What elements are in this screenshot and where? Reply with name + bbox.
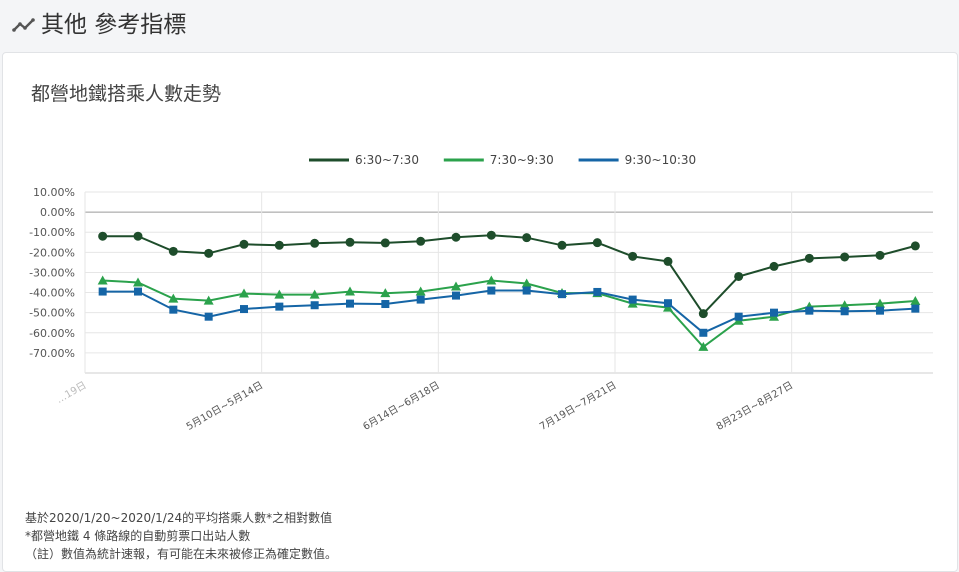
series-line [102,234,916,316]
data-point [169,305,178,314]
chart-card: 都營地鐵搭乘人數走勢 10.00% 0.00% -10.00% -20.00% -30.… [2,52,958,572]
data-point [345,237,355,247]
data-point [522,233,532,243]
y-tick-label: -40.00% [29,287,75,300]
section-header: 其他 參考指標 [0,0,959,50]
data-point [310,238,320,248]
data-point [522,286,531,295]
data-point [875,250,885,260]
legend-label: 9:30~10:30 [625,153,697,167]
y-tick-label: -30.00% [29,266,75,279]
data-point [558,290,566,299]
data-point [310,301,319,310]
data-point [416,295,425,304]
note-line: *都營地鐵 4 條路線的自動剪票口出站人數 [25,529,251,543]
data-point [593,287,602,296]
x-tick-label: 7月19日~7月21日 [538,379,619,433]
data-point [592,238,602,248]
legend-label: 7:30~9:30 [490,153,554,167]
data-point [769,261,779,271]
data-point [274,240,284,250]
legend-label: 6:30~7:30 [355,153,419,167]
data-point [805,306,814,315]
data-point [734,271,744,281]
trend-line-icon [12,16,36,40]
data-point [452,291,460,300]
y-tick-label: 10.00% [33,186,75,199]
data-point [416,236,426,246]
data-point [346,299,354,308]
x-tick-label: 8月23日~8月27日 [714,379,795,433]
data-point [98,287,107,296]
data-point [557,240,567,250]
data-point [628,251,638,261]
x-tick-label: 6月14日~6月18日 [361,379,442,433]
data-point [804,253,814,263]
data-point [911,304,920,313]
data-point [204,248,214,258]
data-point [275,302,284,311]
data-point [663,256,673,266]
x-tick-label: …19日 [55,380,89,406]
data-point [133,231,143,241]
data-point [381,300,390,309]
data-point [910,241,920,251]
data-point [486,230,496,240]
data-point [876,306,884,315]
chart-notes: 基於2020/1/20~2020/1/24的平均搭乘人數*之相對數值 *都營地鐵… [25,509,337,563]
data-point [239,239,249,249]
y-tick-label: -20.00% [29,246,75,259]
data-point [168,246,178,256]
data-point [240,305,248,314]
data-point [380,238,390,248]
data-point [487,286,496,295]
line-chart: 10.00% 0.00% -10.00% -20.00% -30.00% -40.00% -… [29,153,933,433]
y-tick-label: 0.00% [40,206,75,219]
data-point [134,287,142,296]
y-tick-label: -10.00% [29,226,75,239]
data-point [734,312,743,321]
data-point [840,307,849,316]
x-tick-label: 5月10日~5月14日 [184,379,265,433]
data-point [770,308,778,317]
data-point [840,252,850,262]
data-point [698,309,708,319]
data-point [664,299,672,308]
data-point [699,328,708,337]
data-point [98,231,108,241]
note-line: 基於2020/1/20~2020/1/24的平均搭乘人數*之相對數值 [25,511,333,525]
note-line: （註）數值為統計速報，有可能在未來被修正為確定數值。 [25,547,338,561]
section-title: 其他 參考指標 [41,12,187,38]
y-tick-label: -50.00% [29,307,75,320]
y-tick-label: -70.00% [29,347,75,360]
data-point [451,232,461,242]
y-tick-label: -60.00% [29,327,75,340]
data-point [628,295,637,304]
data-point [204,312,213,321]
